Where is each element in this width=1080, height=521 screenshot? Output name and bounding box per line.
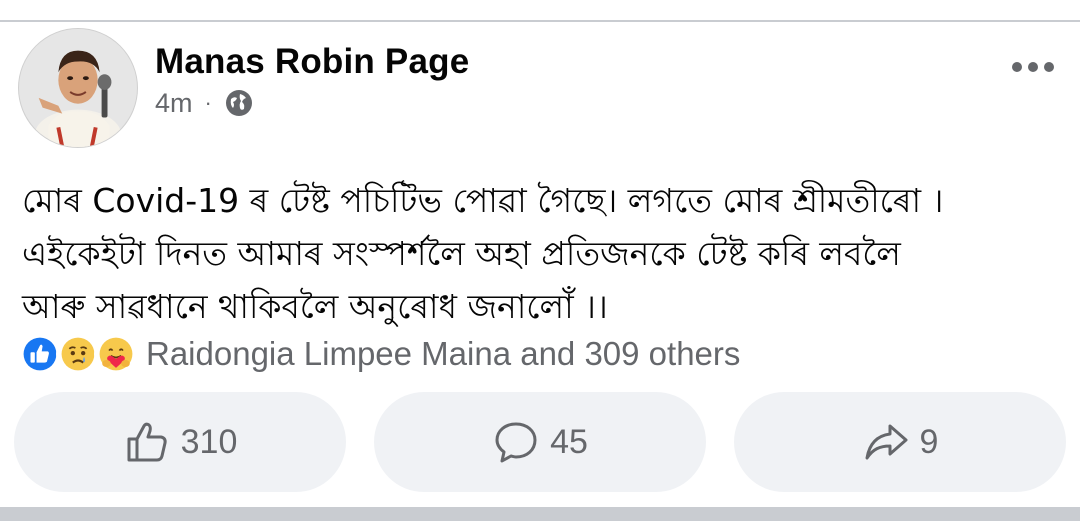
post-text-line: মোৰ Covid-19 ৰ টেষ্ট পচিটিভ পোৱা গৈছে। ল… [22,181,944,220]
post-text: মোৰ Covid-19 ৰ টেষ্ট পচিটিভ পোৱা গৈছে। ল… [22,174,1062,333]
reaction-icons [18,332,138,376]
more-dot [1044,62,1054,72]
like-count: 310 [180,422,238,461]
reactions-summary[interactable]: Raidongia Limpee Maina and 309 others [18,331,740,377]
avatar-image [19,29,137,147]
globe-icon [225,90,252,116]
comment-count: 45 [550,422,588,461]
post-time[interactable]: 4m [155,88,193,119]
meta-separator: · [204,90,212,115]
post-text-line: আৰু সাৱধানে থাকিবলৈ অনুৰোধ জনালোঁ ।। [22,287,608,326]
post-actions: 310 45 9 [0,392,1080,492]
like-icon [127,422,167,462]
like-button[interactable]: 310 [14,392,346,492]
post-meta: 4m · [155,88,254,118]
feed-top-divider [0,0,1080,22]
more-dot [1012,62,1022,72]
comment-icon [495,422,537,463]
care-reaction-icon [94,332,138,376]
comment-button[interactable]: 45 [374,392,706,492]
more-options-icon[interactable] [1012,62,1054,72]
share-button[interactable]: 9 [734,392,1066,492]
post-header: Manas Robin Page 4m · [0,24,1080,154]
feed-bottom-divider [0,507,1080,521]
page-avatar[interactable] [18,28,138,148]
share-icon [865,424,908,460]
feed-post: Manas Robin Page 4m · মোৰ Covid-19 ৰ টেষ… [0,24,1080,507]
page-name[interactable]: Manas Robin Page [155,42,469,82]
post-text-line: এইকেইটা দিনত আমাৰ সংস্পৰ্শলৈ অহা প্ৰতিজন… [22,234,901,273]
more-dot [1028,62,1038,72]
share-count: 9 [919,422,939,461]
reactions-text[interactable]: Raidongia Limpee Maina and 309 others [146,335,740,373]
